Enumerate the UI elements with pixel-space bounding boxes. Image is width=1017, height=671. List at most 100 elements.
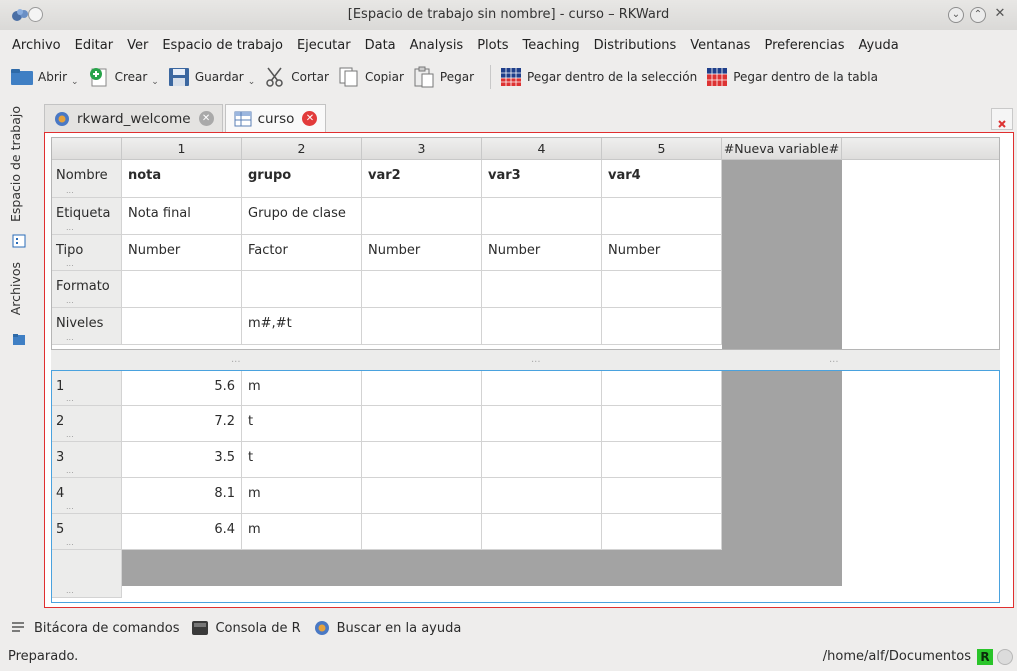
data-cell[interactable]: 5.6 [122, 371, 242, 406]
meta-cell[interactable] [122, 308, 242, 345]
row-header[interactable]: 3... [52, 442, 122, 478]
tab-curso[interactable]: curso ✕ [224, 104, 327, 132]
data-cell[interactable]: m [242, 478, 362, 514]
row-header[interactable]: 2... [52, 406, 122, 442]
data-cell[interactable] [602, 406, 722, 442]
data-cell[interactable] [602, 514, 722, 550]
meta-cell[interactable] [242, 271, 362, 308]
meta-cell[interactable] [602, 271, 722, 308]
paste-button[interactable]: Pegar [412, 66, 474, 88]
menu-ver[interactable]: Ver [127, 38, 148, 53]
meta-cell[interactable]: Nota final [122, 198, 242, 235]
meta-cell[interactable] [122, 271, 242, 308]
data-cell[interactable]: 3.5 [122, 442, 242, 478]
meta-cell[interactable]: Factor [242, 235, 362, 271]
data-cell[interactable]: 7.2 [122, 406, 242, 442]
cut-button[interactable]: Cortar [263, 66, 329, 88]
data-cell[interactable] [362, 371, 482, 406]
menu-preferencias[interactable]: Preferencias [764, 38, 844, 53]
meta-cell[interactable]: m#,#t [242, 308, 362, 345]
data-cell[interactable]: t [242, 442, 362, 478]
meta-cell[interactable] [362, 198, 482, 235]
close-tab-icon[interactable]: ✕ [198, 111, 214, 126]
editor-splitter[interactable]: ... ... ... [51, 350, 1000, 370]
menu-editar[interactable]: Editar [75, 38, 114, 53]
interrupt-icon[interactable] [997, 649, 1013, 665]
data-cell[interactable] [362, 406, 482, 442]
meta-cell[interactable] [362, 308, 482, 345]
create-button[interactable]: Crear ⌄ [87, 66, 159, 88]
menu-analysis[interactable]: Analysis [410, 38, 464, 53]
column-header[interactable]: 1 [122, 138, 242, 160]
data-cell[interactable] [482, 478, 602, 514]
meta-cell[interactable] [602, 308, 722, 345]
data-cell[interactable]: 6.4 [122, 514, 242, 550]
help-search-button[interactable]: Buscar en la ayuda [313, 620, 461, 636]
new-variable-column[interactable] [722, 160, 842, 349]
data-cell[interactable]: t [242, 406, 362, 442]
meta-cell[interactable]: var4 [602, 160, 722, 198]
menu-data[interactable]: Data [365, 38, 396, 53]
open-button[interactable]: Abrir ⌄ [10, 66, 79, 88]
files-side-tab[interactable]: Archivos [8, 262, 23, 315]
copy-button[interactable]: Copiar [337, 66, 404, 88]
data-cell[interactable] [482, 371, 602, 406]
meta-cell[interactable] [482, 271, 602, 308]
menu-ventanas[interactable]: Ventanas [690, 38, 750, 53]
paste-into-table-button[interactable]: Pegar dentro de la tabla [705, 66, 878, 88]
data-cell[interactable] [362, 442, 482, 478]
workspace-side-tab[interactable]: Espacio de trabajo [8, 106, 23, 222]
data-cell[interactable] [362, 478, 482, 514]
meta-cell[interactable] [362, 271, 482, 308]
workspace-icon[interactable] [12, 234, 26, 248]
column-header[interactable]: 2 [242, 138, 362, 160]
command-log-button[interactable]: Bitácora de comandos [10, 620, 179, 636]
meta-cell[interactable]: Grupo de clase [242, 198, 362, 235]
menu-plots[interactable]: Plots [477, 38, 508, 53]
data-cell[interactable] [482, 514, 602, 550]
close-tab-icon[interactable]: ✕ [302, 111, 318, 126]
paste-into-selection-button[interactable]: Pegar dentro de la selección [499, 66, 697, 88]
meta-cell[interactable]: grupo [242, 160, 362, 198]
menu-ayuda[interactable]: Ayuda [859, 38, 899, 53]
new-variable-column[interactable] [722, 371, 842, 586]
row-header[interactable]: 1... [52, 371, 122, 406]
chevron-down-icon[interactable]: ⌄ [248, 77, 256, 87]
meta-cell[interactable]: Number [362, 235, 482, 271]
column-header[interactable]: 3 [362, 138, 482, 160]
save-button[interactable]: Guardar ⌄ [167, 66, 255, 88]
chevron-down-icon[interactable]: ⌄ [151, 77, 159, 87]
meta-cell[interactable]: Number [602, 235, 722, 271]
row-header[interactable]: 4... [52, 478, 122, 514]
maximize-button[interactable]: ⌃ [970, 7, 986, 23]
meta-cell[interactable]: nota [122, 160, 242, 198]
data-cell[interactable]: 8.1 [122, 478, 242, 514]
menu-ejecutar[interactable]: Ejecutar [297, 38, 351, 53]
new-variable-header[interactable]: #Nueva variable# [722, 138, 842, 160]
meta-cell[interactable] [482, 308, 602, 345]
column-header[interactable]: 4 [482, 138, 602, 160]
data-cell[interactable] [482, 406, 602, 442]
menu-distributions[interactable]: Distributions [594, 38, 677, 53]
folder-icon[interactable] [12, 332, 26, 346]
data-cell[interactable] [602, 478, 722, 514]
new-row-header[interactable]: ... [52, 550, 122, 598]
meta-cell[interactable]: var2 [362, 160, 482, 198]
data-cell[interactable]: m [242, 371, 362, 406]
meta-cell[interactable]: Number [482, 235, 602, 271]
close-window-button[interactable]: ✕ [992, 7, 1008, 23]
row-header[interactable]: 5... [52, 514, 122, 550]
data-cell[interactable] [482, 442, 602, 478]
chevron-down-icon[interactable]: ⌄ [71, 77, 79, 87]
r-console-button[interactable]: Consola de R [191, 620, 301, 636]
tab-rkward-welcome[interactable]: rkward_welcome ✕ [44, 104, 223, 132]
meta-cell[interactable]: Number [122, 235, 242, 271]
working-directory[interactable]: /home/alf/Documentos [823, 649, 971, 664]
meta-cell[interactable] [482, 198, 602, 235]
menu-archivo[interactable]: Archivo [12, 38, 61, 53]
column-header[interactable]: 5 [602, 138, 722, 160]
close-all-tabs-button[interactable] [991, 108, 1013, 130]
data-cell[interactable] [602, 371, 722, 406]
menu-espacio-de-trabajo[interactable]: Espacio de trabajo [162, 38, 283, 53]
data-cell[interactable] [602, 442, 722, 478]
